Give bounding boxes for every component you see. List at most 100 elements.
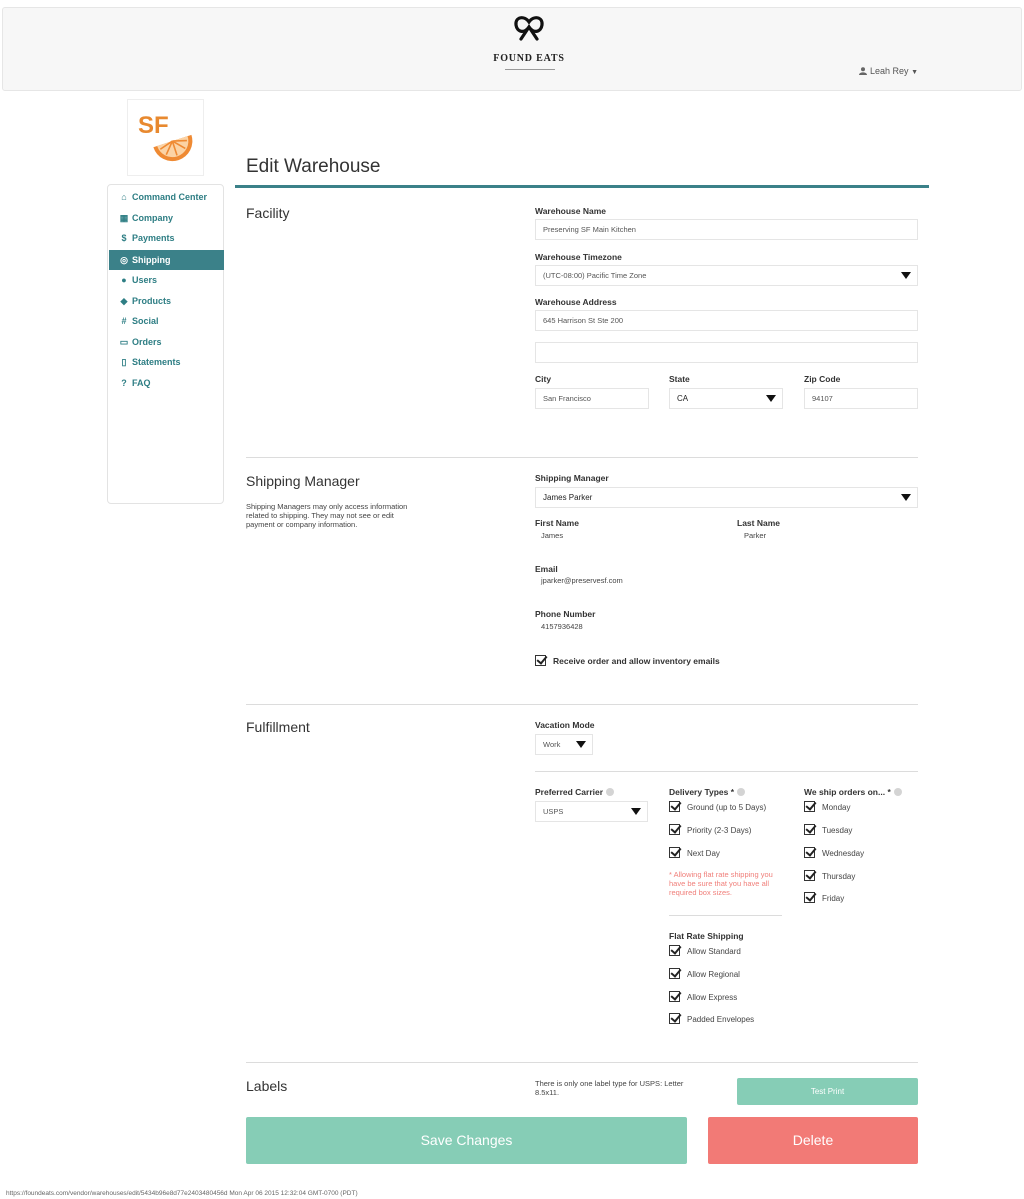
home-icon: ⌂ (121, 192, 127, 202)
sidebar-item-shipping[interactable]: ◎ Shipping (109, 250, 224, 270)
delivery-type-ground-checkbox[interactable]: Ground (up to 5 Days) (669, 801, 766, 813)
brand-name[interactable]: FOUND EATS (470, 53, 588, 64)
sidebar: ⌂ Command Center ▦ Company $ Payments ◎ Ship… (107, 184, 224, 504)
state-value: CA (677, 394, 689, 403)
delivery-types-label: Delivery Types * (669, 787, 746, 797)
flat-rate-express-checkbox[interactable]: Allow Express (669, 991, 737, 1003)
title-divider (235, 185, 929, 188)
checkbox-checked-icon[interactable] (804, 892, 815, 903)
ship-day-monday-checkbox[interactable]: Monday (804, 801, 850, 813)
address-line2-input[interactable] (535, 342, 918, 363)
checkbox-checked-icon[interactable] (669, 991, 680, 1002)
checkbox-checked-icon[interactable] (669, 801, 680, 812)
flat-rate-padded-envelopes-checkbox[interactable]: Padded Envelopes (669, 1013, 754, 1025)
address-line1-input[interactable]: 645 Harrison St Ste 200 (535, 310, 918, 331)
warehouse-timezone-select[interactable]: (UTC-08:00) Pacific Time Zone (535, 265, 918, 286)
shipping-manager-description: Shipping Managers may only access inform… (246, 502, 408, 529)
receive-emails-checkbox[interactable]: Receive order and allow inventory emails (535, 655, 720, 667)
checkbox-label: Ground (up to 5 Days) (687, 803, 767, 812)
facility-section-title: Facility (246, 205, 290, 221)
cube-icon: ◆ (120, 296, 128, 306)
checkbox-checked-icon[interactable] (804, 824, 815, 835)
page-title: Edit Warehouse (246, 156, 381, 177)
save-changes-button[interactable]: Save Changes (246, 1117, 687, 1164)
shipping-manager-select[interactable]: James Parker (535, 487, 918, 508)
checkbox-checked-icon[interactable] (669, 968, 680, 979)
flat-rate-label: Flat Rate Shipping (669, 931, 744, 941)
checkbox-label: Next Day (687, 849, 720, 858)
checkbox-checked-icon[interactable] (669, 847, 680, 858)
delete-button[interactable]: Delete (708, 1117, 918, 1164)
timezone-value: (UTC-08:00) Pacific Time Zone (543, 271, 647, 280)
warehouse-address-label: Warehouse Address (535, 297, 617, 307)
city-label: City (535, 374, 552, 384)
dollar-icon: $ (121, 233, 127, 243)
flat-rate-standard-checkbox[interactable]: Allow Standard (669, 945, 741, 957)
shipping-manager-section-title: Shipping Manager (246, 473, 360, 489)
flat-rate-warning: * Allowing flat rate shipping you have b… (669, 870, 773, 897)
checkbox-checked-icon[interactable] (804, 870, 815, 881)
info-icon[interactable] (606, 788, 615, 796)
checkbox-checked-icon[interactable] (669, 1013, 680, 1024)
last-name-value: Parker (744, 531, 767, 540)
preferred-carrier-select[interactable]: USPS (535, 801, 648, 822)
city-input[interactable]: San Francisco (535, 388, 649, 409)
sidebar-item-statements[interactable]: ▯ Statements (109, 352, 224, 372)
sidebar-item-products[interactable]: ◆ Products (109, 291, 224, 311)
sidebar-item-company[interactable]: ▦ Company (109, 208, 224, 228)
user-menu[interactable]: Leah Rey ▼ (859, 66, 918, 76)
delivery-type-priority-checkbox[interactable]: Priority (2-3 Days) (669, 824, 751, 836)
footer-url: https://foundeats.com/vendor/warehouses/… (6, 1190, 358, 1197)
sidebar-item-payments[interactable]: $ Payments (109, 228, 224, 248)
sidebar-item-label: FAQ (132, 378, 151, 388)
info-icon[interactable] (893, 788, 902, 796)
zip-input[interactable]: 94107 (804, 388, 918, 409)
warehouse-name-input[interactable]: Preserving SF Main Kitchen (535, 219, 918, 240)
labels-section-title: Labels (246, 1078, 288, 1094)
ship-day-thursday-checkbox[interactable]: Thursday (804, 870, 855, 882)
shipping-manager-value: James Parker (543, 493, 593, 502)
sidebar-item-orders[interactable]: ▭ Orders (109, 332, 224, 352)
checkbox-label: Priority (2-3 Days) (687, 826, 752, 835)
state-select[interactable]: CA (669, 388, 783, 409)
checkbox-label: Friday (822, 894, 845, 903)
delivery-type-next-day-checkbox[interactable]: Next Day (669, 847, 720, 859)
checkbox-checked-icon[interactable] (804, 847, 815, 858)
ship-day-wednesday-checkbox[interactable]: Wednesday (804, 847, 864, 859)
checkbox-checked-icon[interactable] (535, 655, 546, 666)
orders-icon: ▭ (119, 337, 129, 347)
checkbox-label: Allow Regional (687, 970, 740, 979)
sidebar-item-social[interactable]: # Social (109, 311, 224, 331)
sidebar-item-label: Orders (132, 337, 162, 347)
checkbox-checked-icon[interactable] (669, 824, 680, 835)
last-name-label: Last Name (737, 518, 780, 528)
sidebar-item-label: Command Center (132, 192, 208, 202)
dropdown-arrow-icon (901, 494, 911, 501)
sidebar-item-label: Social (132, 316, 159, 326)
sidebar-item-label: Products (132, 296, 172, 306)
checkbox-checked-icon[interactable] (804, 801, 815, 812)
ship-day-friday-checkbox[interactable]: Friday (804, 892, 844, 904)
pretzel-logo-icon[interactable] (512, 14, 546, 44)
ship-day-tuesday-checkbox[interactable]: Tuesday (804, 824, 852, 836)
user-icon (859, 67, 868, 75)
checkbox-label: Wednesday (822, 849, 865, 858)
test-print-button[interactable]: Test Print (737, 1078, 918, 1105)
user-name: Leah Rey (870, 66, 909, 76)
vendor-logo: SF (127, 99, 204, 176)
flat-rate-regional-checkbox[interactable]: Allow Regional (669, 968, 740, 980)
delivery-divider (669, 915, 782, 916)
caret-down-icon: ▼ (911, 69, 918, 76)
section-divider (246, 1062, 918, 1063)
checkbox-label: Allow Express (687, 993, 738, 1002)
hashtag-icon: # (121, 316, 127, 326)
sidebar-item-faq[interactable]: ? FAQ (109, 373, 224, 393)
document-icon: ▯ (121, 357, 127, 367)
sidebar-item-users[interactable]: ● Users (109, 270, 224, 290)
info-icon[interactable] (737, 788, 746, 796)
delivery-types-label-text: Delivery Types * (669, 787, 735, 797)
zip-label: Zip Code (804, 374, 841, 384)
checkbox-checked-icon[interactable] (669, 945, 680, 956)
sidebar-item-command-center[interactable]: ⌂ Command Center (109, 187, 224, 207)
vacation-mode-select[interactable]: Work (535, 734, 593, 755)
